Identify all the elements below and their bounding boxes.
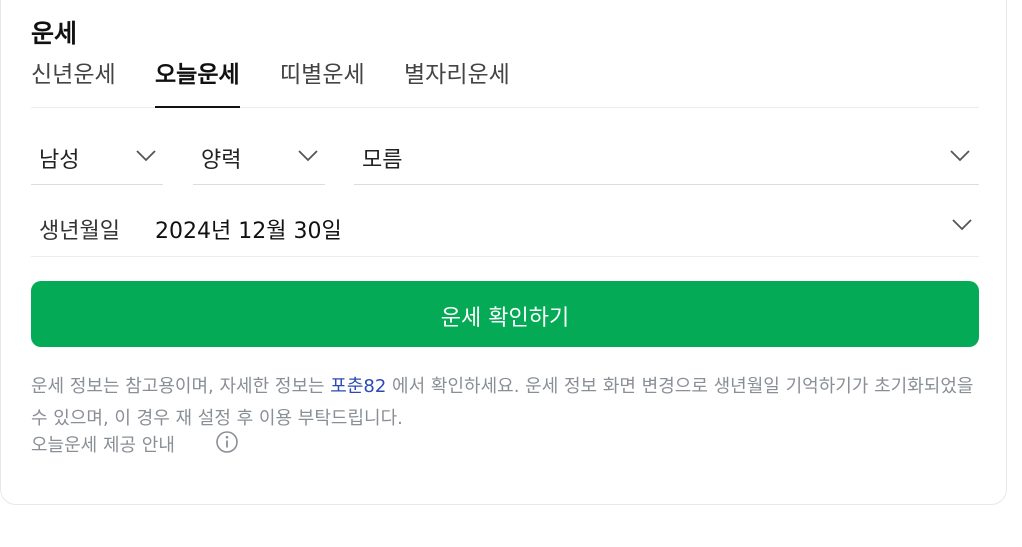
- widget-title: 운세: [31, 19, 78, 48]
- fortune-tabs: 신년운세 오늘운세 띠별운세 별자리운세: [31, 49, 979, 108]
- calendar-type-select[interactable]: 양력: [193, 133, 325, 185]
- gender-select-value: 남성: [39, 148, 80, 173]
- chevron-down-icon: [136, 150, 156, 162]
- birthdate-value: 2024년 12월 30일: [155, 219, 342, 244]
- fortune82-link[interactable]: 포춘82: [330, 376, 386, 397]
- info-icon: [216, 431, 238, 453]
- birth-time-select[interactable]: 모름: [354, 133, 979, 185]
- birthdate-label: 생년월일: [39, 219, 120, 244]
- tab-today-fortune[interactable]: 오늘운세: [155, 55, 240, 108]
- gender-select[interactable]: 남성: [31, 133, 163, 185]
- birthdate-select[interactable]: 생년월일 2024년 12월 30일: [31, 193, 979, 257]
- birth-time-value: 모름: [362, 148, 403, 173]
- tab-constellation-fortune[interactable]: 별자리운세: [404, 55, 510, 108]
- chevron-down-icon: [952, 219, 972, 231]
- provider-info-link[interactable]: 오늘운세 제공 안내: [31, 431, 238, 457]
- calendar-type-value: 양력: [201, 148, 242, 173]
- chevron-down-icon: [298, 150, 318, 162]
- tab-zodiac-animal-fortune[interactable]: 띠별운세: [280, 55, 365, 108]
- notice-text-before: 운세 정보는 참고용이며, 자세한 정보는: [31, 376, 331, 397]
- chevron-down-icon: [950, 150, 970, 162]
- check-fortune-button[interactable]: 운세 확인하기: [31, 281, 979, 347]
- tab-new-year-fortune[interactable]: 신년운세: [31, 55, 116, 108]
- provider-info-label: 오늘운세 제공 안내: [31, 435, 175, 456]
- fortune-notice: 운세 정보는 참고용이며, 자세한 정보는 포춘82 에서 확인하세요. 운세 …: [31, 371, 981, 435]
- check-fortune-button-label: 운세 확인하기: [440, 306, 570, 331]
- fortune-card: 운세 신년운세 오늘운세 띠별운세 별자리운세 남성 양력 모름 생년월일 20…: [0, 0, 1007, 505]
